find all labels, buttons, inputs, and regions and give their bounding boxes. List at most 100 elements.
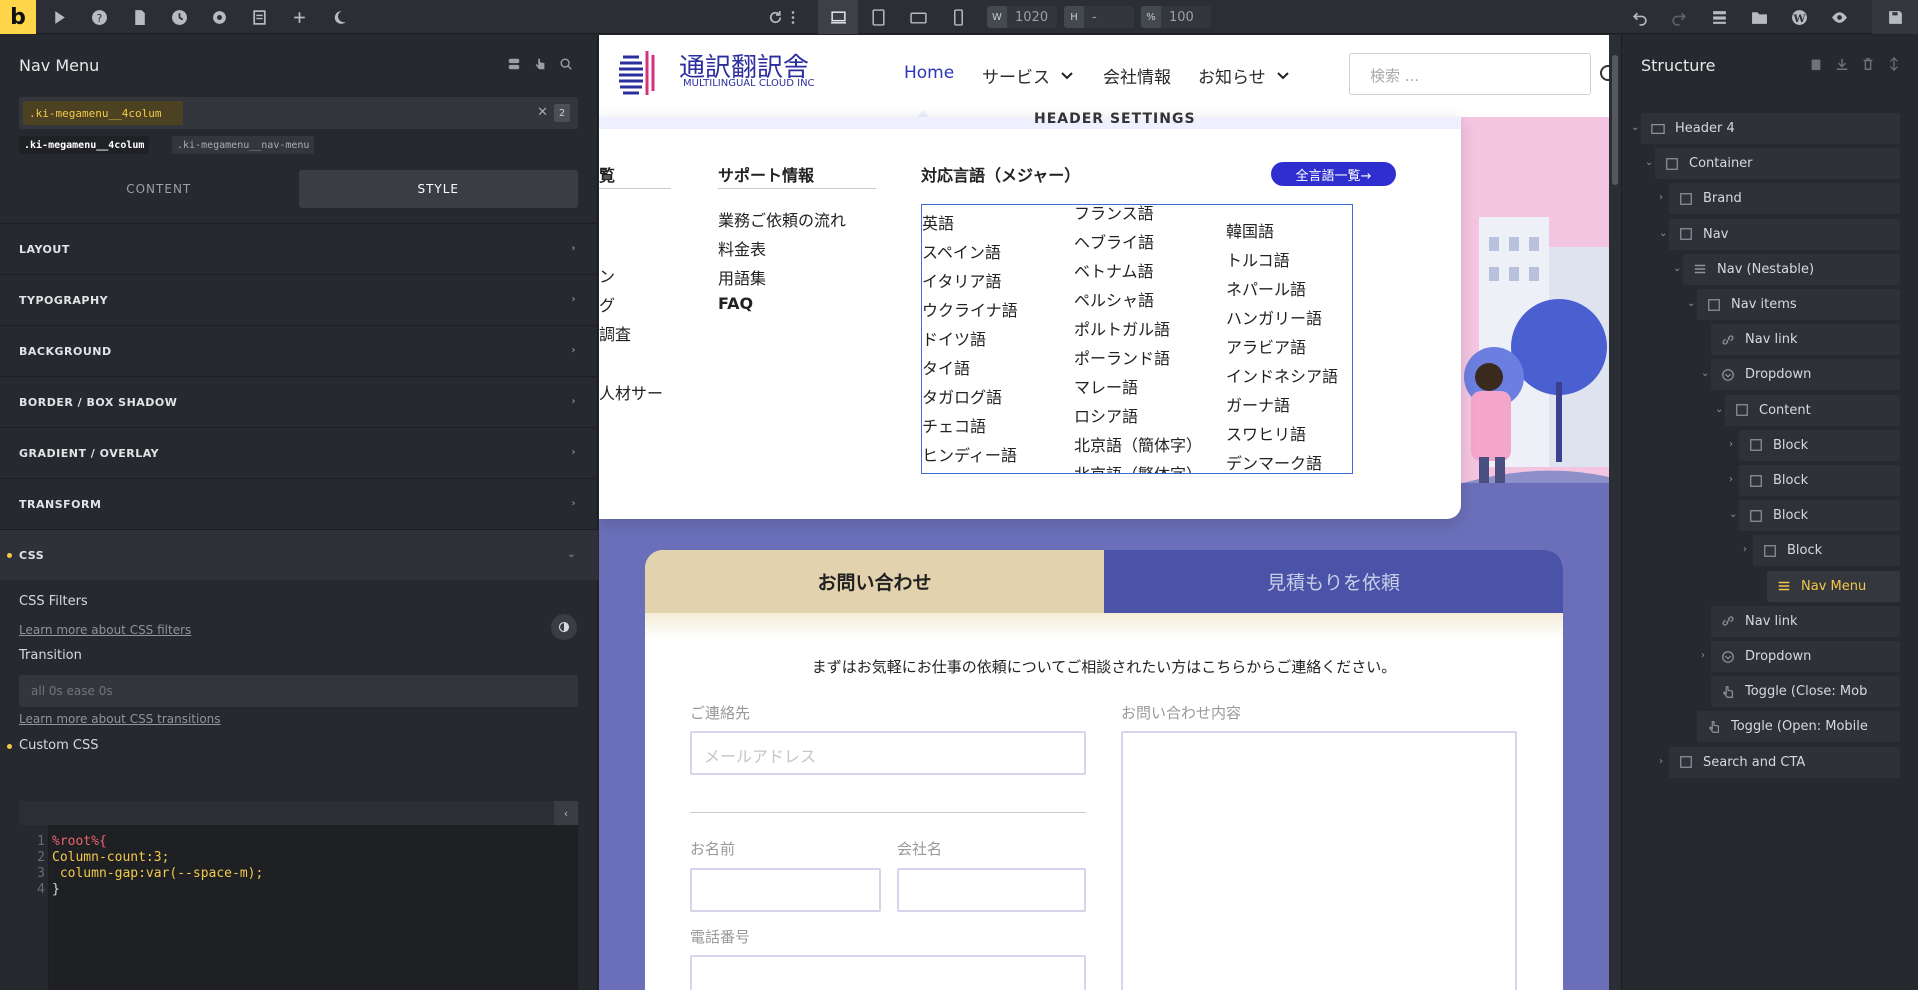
transition-link[interactable]: Learn more about CSS transitions <box>19 712 221 726</box>
language-item[interactable]: ロシア語 <box>1074 403 1138 427</box>
css-filters-toggle-icon[interactable] <box>551 614 577 640</box>
language-item[interactable]: ネパール語 <box>1226 276 1306 300</box>
language-item[interactable]: フランス語 <box>1074 205 1154 224</box>
structure-item[interactable]: Toggle (Open: Mobile <box>1697 711 1900 743</box>
clipboard-icon[interactable] <box>1809 57 1823 71</box>
scrollbar-thumb[interactable] <box>1612 55 1618 185</box>
structure-item[interactable]: Dropdown <box>1711 641 1900 672</box>
language-item[interactable]: 北京語（繁体字） <box>1074 461 1202 473</box>
structure-item[interactable]: Block <box>1753 535 1900 567</box>
mega-support-item[interactable]: FAQ <box>718 294 753 313</box>
pointer-icon[interactable] <box>42 0 76 34</box>
chevron-down-icon[interactable]: ⌄ <box>1659 228 1667 239</box>
language-item[interactable]: イタリア語 <box>922 268 1001 292</box>
width-input[interactable]: W 1020 <box>987 6 1057 28</box>
mobile-icon[interactable] <box>938 0 978 34</box>
pseudo-state-icon[interactable] <box>530 54 550 74</box>
template-icon[interactable] <box>242 0 276 34</box>
structure-item[interactable]: Nav link <box>1711 324 1900 356</box>
language-item[interactable]: 韓国語 <box>1226 218 1274 242</box>
language-item[interactable]: ポーランド語 <box>1074 345 1170 369</box>
help-icon[interactable]: ? <box>82 0 116 34</box>
undo-icon[interactable] <box>1622 0 1656 34</box>
tablet-portrait-icon[interactable] <box>858 0 898 34</box>
history-icon[interactable] <box>162 0 196 34</box>
structure-item[interactable]: Search and CTA <box>1669 746 1900 778</box>
nav-item-home[interactable]: Home <box>904 63 954 83</box>
name-field[interactable] <box>690 868 881 912</box>
search-icon[interactable] <box>556 54 576 74</box>
language-item[interactable]: ヒンディー語 <box>922 442 1017 466</box>
settings-icon[interactable] <box>202 0 236 34</box>
preview-eye-icon[interactable] <box>1822 0 1856 34</box>
section-layout[interactable]: LAYOUT › <box>0 223 598 274</box>
language-item[interactable]: ペルシャ語 <box>1074 287 1154 311</box>
language-item[interactable]: マレー語 <box>1074 374 1138 398</box>
chevron-down-icon[interactable]: ⌄ <box>1701 368 1709 379</box>
redo-icon[interactable] <box>1662 0 1696 34</box>
structure-item[interactable]: Block <box>1739 465 1900 496</box>
nav-item-company[interactable]: 会社情報 <box>1103 63 1171 88</box>
language-item[interactable]: デンマーク語 <box>1226 450 1322 473</box>
add-icon[interactable] <box>282 0 316 34</box>
phone-field[interactable] <box>690 955 1086 990</box>
inquiry-textarea[interactable] <box>1121 731 1517 990</box>
chevron-right-icon[interactable]: › <box>1729 474 1733 485</box>
language-item[interactable]: ウクライナ語 <box>922 297 1018 321</box>
collapse-editor-icon[interactable]: ‹ <box>554 801 578 825</box>
chevron-right-icon[interactable]: › <box>1743 544 1747 555</box>
mega-support-item[interactable]: 料金表 <box>718 236 766 260</box>
section-css[interactable]: CSS ⌄ <box>0 529 598 580</box>
chevron-right-icon[interactable]: › <box>1659 192 1663 203</box>
chevron-down-icon[interactable]: ⌄ <box>1631 122 1639 133</box>
height-input[interactable]: H- <box>1064 6 1134 28</box>
mega-col1-item[interactable]: ン <box>599 263 615 287</box>
mega-col1-item[interactable]: 調査 <box>599 321 631 345</box>
class-tag-nav-menu[interactable]: .ki-megamenu__nav-menu <box>172 136 315 154</box>
clear-class-icon[interactable]: ✕ <box>537 105 548 120</box>
tab-content[interactable]: CONTENT <box>19 170 299 208</box>
language-item[interactable]: チェコ語 <box>922 413 986 437</box>
tab-contact[interactable]: お問い合わせ <box>645 550 1104 613</box>
desktop-breakpoint-icon[interactable] <box>818 0 858 34</box>
language-item[interactable]: タイ語 <box>922 355 970 379</box>
language-item[interactable]: ポルトガル語 <box>1074 316 1170 340</box>
structure-item[interactable]: Container <box>1655 148 1900 180</box>
custom-css-editor[interactable]: ‹ 1 2 3 4 %root%{ Column-count:3; column… <box>19 801 578 990</box>
builder-canvas[interactable]: 通訳翻訳舎 MULTILINGUAL CLOUD INC Home サービス 会… <box>599 35 1609 990</box>
wordpress-icon[interactable]: W <box>1782 0 1816 34</box>
trash-icon[interactable] <box>1861 57 1875 71</box>
structure-item[interactable]: Block <box>1739 429 1900 461</box>
language-item[interactable]: 北京語（簡体字） <box>1074 432 1202 456</box>
language-item[interactable]: スワヒリ語 <box>1226 421 1306 445</box>
section-transform[interactable]: TRANSFORM › <box>0 478 598 529</box>
section-background[interactable]: BACKGROUND › <box>0 325 598 376</box>
structure-item[interactable]: Block <box>1739 500 1900 532</box>
section-border[interactable]: BORDER / BOX SHADOW › <box>0 376 598 427</box>
mega-col1-item[interactable]: グ <box>599 292 615 316</box>
expand-collapse-icon[interactable] <box>1887 57 1901 71</box>
company-field[interactable] <box>897 868 1086 912</box>
tablet-landscape-icon[interactable] <box>898 0 938 34</box>
more-icon[interactable] <box>783 0 803 34</box>
mega-col1-item[interactable]: 人材サー <box>599 380 663 404</box>
mega-support-item[interactable]: 用語集 <box>718 265 766 289</box>
nav-item-news[interactable]: お知らせ <box>1198 63 1290 88</box>
structure-item[interactable]: Nav <box>1669 218 1900 250</box>
language-item[interactable]: スペイン語 <box>922 239 1001 263</box>
section-gradient[interactable]: GRADIENT / OVERLAY › <box>0 427 598 478</box>
chevron-right-icon[interactable]: › <box>1659 756 1663 767</box>
pages-icon[interactable] <box>122 0 156 34</box>
structure-item[interactable]: Nav (Nestable) <box>1683 253 1900 285</box>
folder-icon[interactable] <box>1742 0 1776 34</box>
download-icon[interactable] <box>1835 57 1849 71</box>
structure-item[interactable]: Content <box>1725 394 1900 426</box>
tab-quote[interactable]: 見積もりを依頼 <box>1104 550 1563 613</box>
transition-input[interactable]: all 0s ease 0s <box>19 675 578 707</box>
language-item[interactable]: ガーナ語 <box>1226 392 1290 416</box>
structure-item[interactable]: Header 4 <box>1641 113 1900 144</box>
structure-item[interactable]: Nav items <box>1697 289 1900 320</box>
email-field[interactable]: メールアドレス <box>690 731 1086 775</box>
chevron-down-icon[interactable]: ⌄ <box>1729 509 1737 520</box>
tab-style[interactable]: STYLE <box>298 170 578 208</box>
